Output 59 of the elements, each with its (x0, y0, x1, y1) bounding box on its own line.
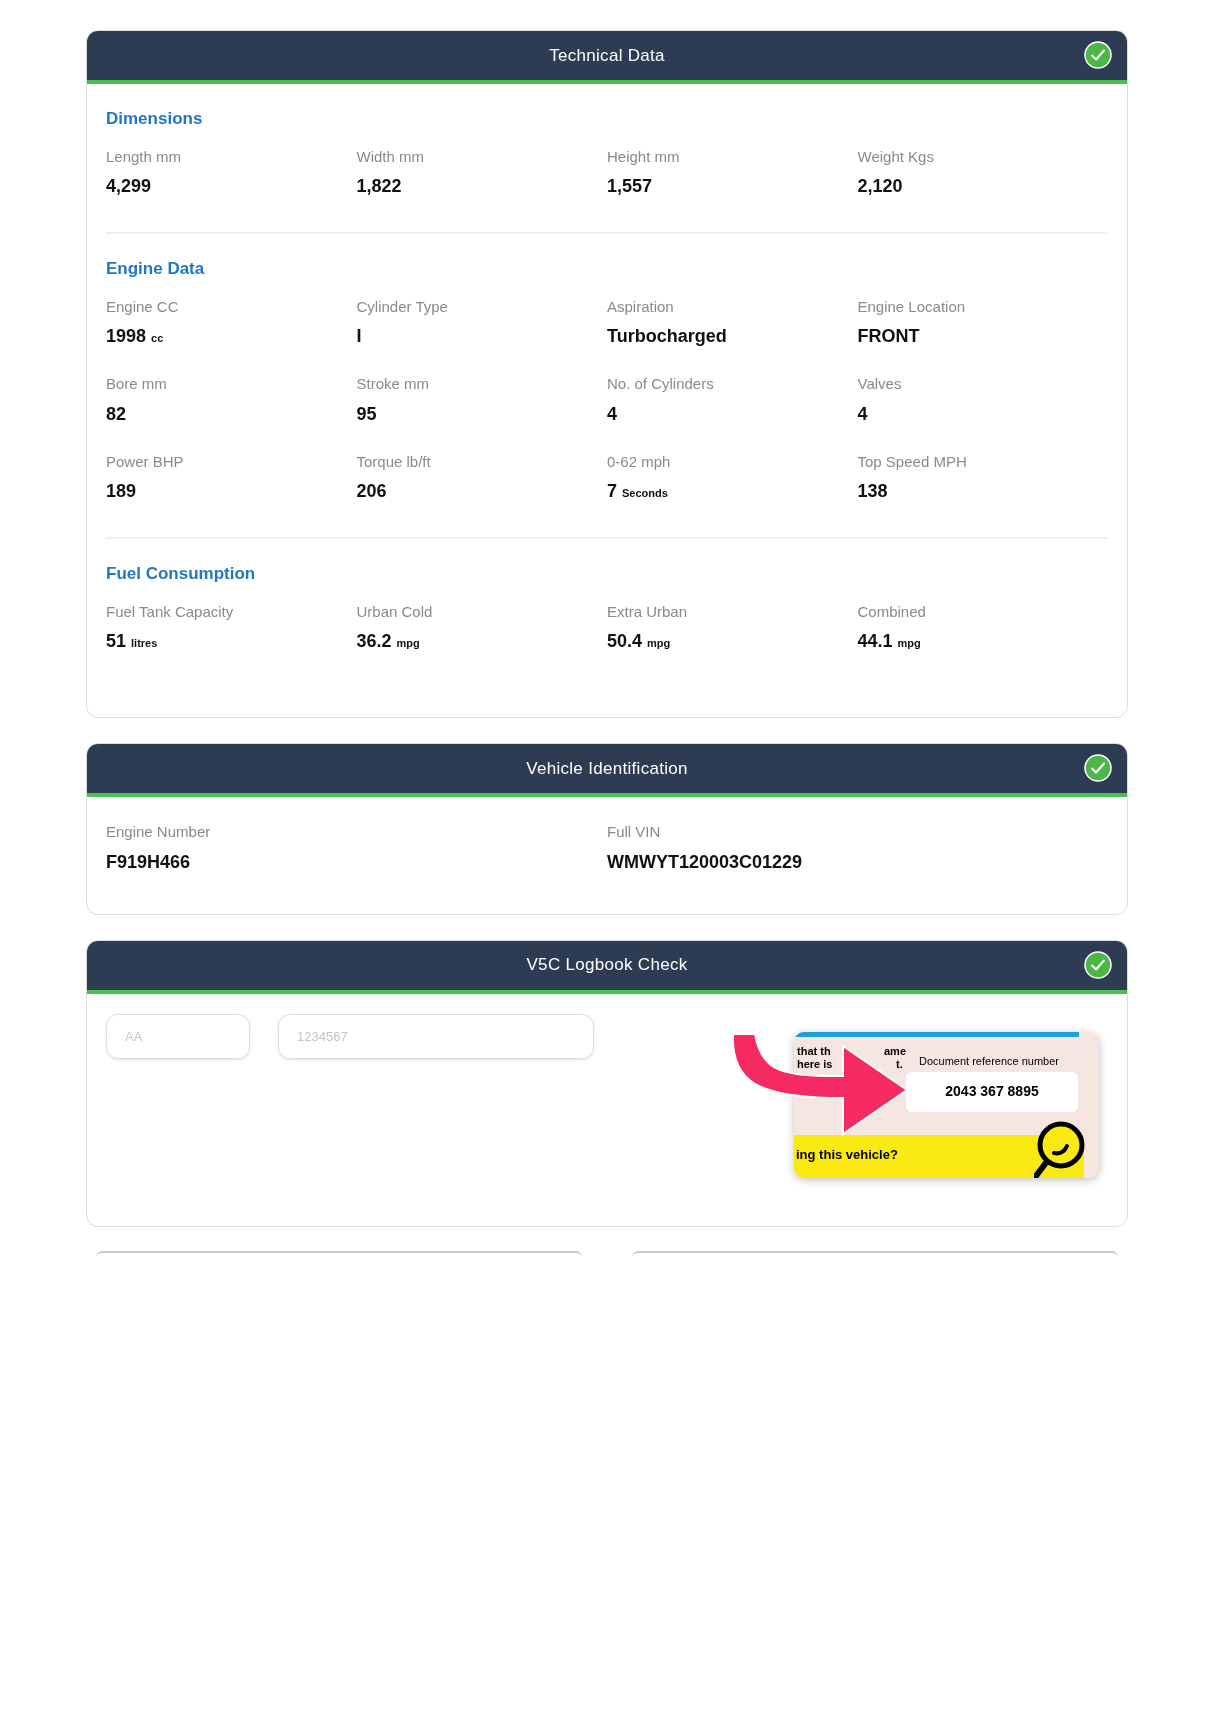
field-value: 1998 cc (106, 325, 165, 348)
field-value: I (356, 325, 363, 348)
field-label: Stroke mm (356, 374, 430, 394)
field-value: F919H466 (106, 850, 192, 874)
field-label: Weight Kgs (857, 146, 935, 167)
reference-number: 2043 367 8895 (945, 1082, 1039, 1101)
field-label: Power BHP (106, 451, 185, 472)
field-label: Torque lb/ft (356, 451, 432, 472)
section-heading: Dimensions (106, 108, 204, 130)
field-value: 82 (106, 402, 128, 426)
field-value: 36.2 mpg (356, 630, 421, 653)
field-label: 0-62 mph (607, 451, 672, 472)
field-value: Turbocharged (607, 325, 728, 348)
document-text: ame (884, 1044, 907, 1058)
field-label: Combined (857, 601, 927, 622)
input-field[interactable]: 1234567 (278, 1013, 594, 1059)
field-label: Extra Urban (607, 601, 689, 622)
field-value: 4 (857, 402, 869, 426)
field-value: 2,120 (857, 175, 904, 198)
field-label: Full VIN (607, 822, 662, 842)
field-label: Bore mm (106, 374, 168, 394)
field-value: 1,822 (356, 175, 403, 198)
field-value: 50.4 mpg (607, 630, 672, 653)
section-heading: Engine Data (106, 258, 206, 280)
field-label: Engine Number (106, 822, 212, 842)
card-title: Technical Data (549, 44, 665, 67)
field-label: Width mm (356, 146, 425, 167)
document-text: here is (797, 1057, 833, 1071)
field-label: Top Speed MPH (857, 451, 968, 472)
document-text: t. (896, 1057, 903, 1071)
field-value: 4,299 (106, 175, 153, 198)
field-label: Cylinder Type (356, 296, 449, 317)
field-value: 1,557 (607, 175, 654, 198)
field-label: Valves (857, 374, 903, 394)
field-value: 4 (607, 402, 618, 426)
field-value: 44.1 mpg (857, 630, 922, 653)
field-label: Urban Cold (356, 601, 434, 622)
field-value: FRONT (857, 325, 921, 348)
card-title: Vehicle Identification (526, 757, 688, 780)
field-label: Length mm (106, 146, 183, 167)
field-label: Engine Location (857, 296, 967, 317)
field-label: No. of Cylinders (607, 374, 715, 394)
document-text: that th (797, 1044, 831, 1058)
card-title: V5C Logbook Check (526, 954, 688, 977)
field-value: 95 (356, 402, 378, 426)
section-heading: Fuel Consumption (106, 563, 257, 585)
field-label: Fuel Tank Capacity (106, 601, 235, 622)
field-label: Aspiration (607, 296, 675, 317)
banner-text: ing this vehicle? (796, 1146, 898, 1162)
field-value: 138 (857, 480, 889, 503)
field-label: Height mm (607, 146, 681, 167)
field-value: 206 (356, 480, 388, 503)
field-value: WMWYT120003C01229 (607, 850, 804, 874)
document-label: Document reference number (919, 1053, 1059, 1069)
field-label: Engine CC (106, 296, 180, 317)
field-value: 7 Seconds (607, 480, 669, 503)
field-value: 51 litres (106, 630, 159, 653)
field-value: 189 (106, 480, 138, 503)
input-field[interactable]: AA (106, 1013, 250, 1059)
